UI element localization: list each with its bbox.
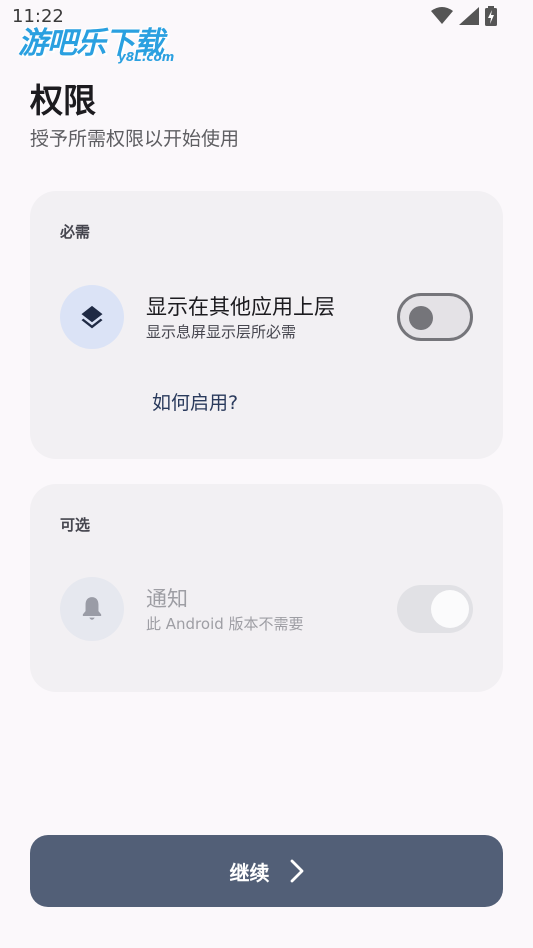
chevron-right-icon	[290, 859, 303, 883]
battery-charging-icon	[485, 6, 497, 26]
signal-icon	[459, 7, 479, 25]
continue-button[interactable]: 继续	[30, 835, 503, 907]
watermark-domain: y8L.com	[118, 50, 175, 64]
page-title: 权限	[30, 81, 96, 120]
permission-title: 通知	[146, 587, 188, 611]
watermark-logo: 游吧乐下载 y8L.com	[18, 18, 188, 66]
section-label-optional: 可选	[60, 516, 91, 534]
toggle-knob	[409, 306, 433, 330]
permission-description: 显示息屏显示层所必需	[146, 323, 297, 341]
optional-permissions-card: 可选 通知 此 Android 版本不需要	[30, 484, 503, 692]
permission-row-overlay[interactable]: 显示在其他应用上层 显示息屏显示层所必需	[30, 285, 503, 351]
status-icons	[431, 6, 497, 26]
how-to-enable-link[interactable]: 如何启用?	[152, 388, 238, 415]
section-label-required: 必需	[60, 223, 91, 241]
layers-icon	[60, 285, 124, 349]
toggle-knob	[431, 590, 469, 628]
continue-label: 继续	[229, 860, 270, 885]
page-subtitle: 授予所需权限以开始使用	[30, 128, 240, 150]
notification-permission-toggle	[397, 585, 473, 633]
wifi-icon	[431, 7, 453, 24]
permission-row-notifications: 通知 此 Android 版本不需要	[30, 577, 503, 643]
permission-description: 此 Android 版本不需要	[146, 615, 304, 633]
required-permissions-card: 必需 显示在其他应用上层 显示息屏显示层所必需 如何启用?	[30, 191, 503, 459]
bell-icon	[60, 577, 124, 641]
overlay-permission-toggle[interactable]	[397, 293, 473, 341]
permission-title: 显示在其他应用上层	[146, 295, 335, 319]
